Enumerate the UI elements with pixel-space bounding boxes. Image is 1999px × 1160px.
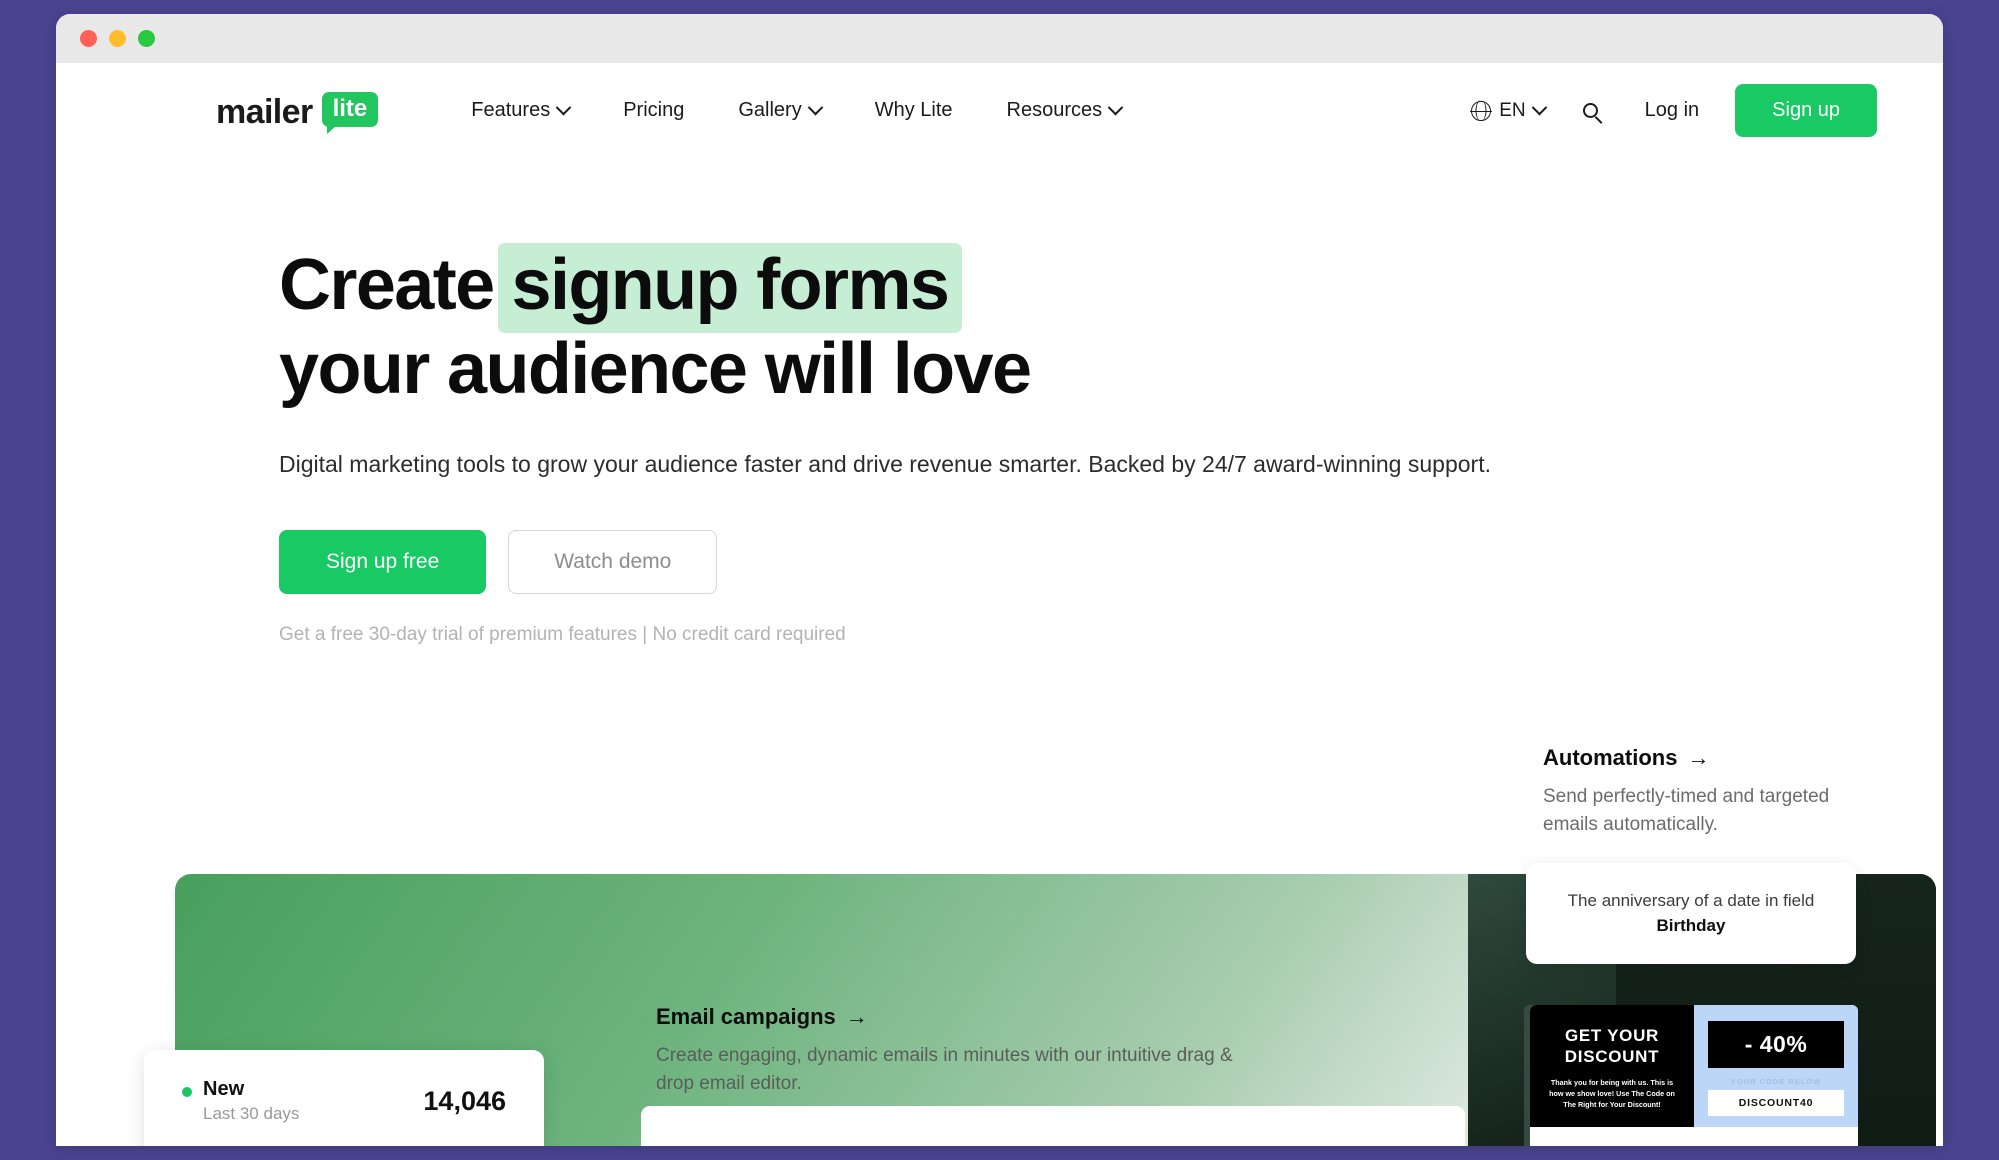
discount-badge: - 40% — [1708, 1021, 1844, 1068]
arrow-right-icon: → — [845, 1004, 868, 1029]
maximize-window-button[interactable] — [138, 30, 155, 47]
code-label: YOUR CODE BELOW — [1730, 1077, 1822, 1086]
chevron-down-icon — [1107, 99, 1124, 116]
search-button[interactable] — [1569, 89, 1613, 133]
nav-label: Resources — [1006, 99, 1103, 121]
headline-highlight: signup forms — [497, 243, 963, 333]
nav-item-resources[interactable]: Resources — [980, 89, 1149, 132]
stat-name: New — [203, 1078, 245, 1100]
watch-demo-button[interactable]: Watch demo — [508, 529, 718, 594]
nav-label: Gallery — [738, 99, 802, 121]
headline-part-1: Create — [279, 245, 495, 325]
nav-label: Pricing — [623, 99, 685, 121]
email-preview-right: - 40% YOUR CODE BELOW DISCOUNT40 — [1694, 1005, 1858, 1127]
minimize-window-button[interactable] — [109, 30, 126, 47]
header-actions: EN Log in Sign up — [1457, 84, 1877, 137]
signup-free-button[interactable]: Sign up free — [279, 529, 487, 594]
email-editor-mock: mag — [641, 1106, 1465, 1146]
tooltip-text: The anniversary of a date in field — [1567, 891, 1815, 910]
chevron-down-icon — [807, 99, 823, 116]
campaigns-description: Create engaging, dynamic emails in minut… — [656, 1045, 1233, 1094]
automations-title: Automations — [1543, 745, 1678, 770]
stat-period: Last 30 days — [203, 1104, 300, 1123]
email-campaigns-feature[interactable]: Email campaigns → Create engaging, dynam… — [656, 1004, 1256, 1097]
stat-value: 14,046 — [423, 1085, 506, 1116]
nav-item-pricing[interactable]: Pricing — [596, 89, 711, 132]
headline-part-2: your audience will love — [279, 329, 1032, 410]
nav-item-gallery[interactable]: Gallery — [711, 89, 847, 132]
hero-section: Create signup forms your audience will lo… — [56, 158, 1943, 646]
screen: mailer lite Features Pricing Gallery Why… — [0, 0, 1999, 1160]
nav-item-features[interactable]: Features — [444, 89, 596, 132]
globe-icon — [1470, 100, 1493, 121]
chevron-down-icon — [555, 99, 572, 116]
chevron-down-icon — [1531, 99, 1547, 116]
window-titlebar — [56, 14, 1943, 63]
email-preview-bottom: LATEST ARTICLES We hand-picked latest ne… — [1530, 1127, 1858, 1146]
tooltip-field-name: Birthday — [1656, 915, 1726, 935]
site-header: mailer lite Features Pricing Gallery Why… — [56, 63, 1943, 158]
close-window-button[interactable] — [80, 30, 97, 47]
subscribers-stats-card: New Last 30 days 14,046 Unsubscribed — [144, 1050, 544, 1146]
signup-button[interactable]: Sign up — [1735, 84, 1877, 137]
status-dot-new — [182, 1087, 192, 1097]
email-preview-headline: GET YOUR DISCOUNT — [1564, 1026, 1660, 1067]
nav-label: Features — [471, 99, 551, 121]
email-preview-top: GET YOUR DISCOUNT Thank you for being wi… — [1530, 1005, 1858, 1127]
language-selector[interactable]: EN — [1457, 92, 1558, 130]
login-link[interactable]: Log in — [1623, 89, 1722, 132]
logo-wordmark: mailer — [216, 93, 313, 132]
stat-labels: New Last 30 days — [203, 1078, 299, 1124]
logo-lite-badge: lite — [321, 91, 379, 134]
search-icon — [1583, 103, 1599, 118]
stat-row-new: New Last 30 days 14,046 — [144, 1050, 544, 1146]
campaigns-title: Email campaigns — [656, 1004, 836, 1029]
language-label: EN — [1499, 99, 1526, 121]
nav-label: Why Lite — [874, 99, 953, 121]
hero-subtitle: Digital marketing tools to grow your aud… — [279, 451, 1491, 478]
email-preview-left: GET YOUR DISCOUNT Thank you for being wi… — [1530, 1005, 1694, 1127]
hero-cta-row: Sign up free Watch demo — [279, 529, 1943, 594]
campaigns-title-row: Email campaigns → — [656, 1004, 1256, 1030]
page-content: mailer lite Features Pricing Gallery Why… — [56, 63, 1943, 1146]
discount-code: DISCOUNT40 — [1708, 1090, 1844, 1116]
automations-feature[interactable]: Automations → Send perfectly-timed and t… — [1543, 745, 1873, 838]
primary-nav: Features Pricing Gallery Why Lite Resour… — [444, 89, 1148, 132]
browser-window: mailer lite Features Pricing Gallery Why… — [56, 14, 1943, 1146]
hero-microcopy: Get a free 30-day trial of premium featu… — [279, 623, 846, 645]
automations-title-row: Automations → — [1543, 745, 1873, 771]
page-title: Create signup forms your audience will lo… — [279, 243, 1429, 411]
email-preview-body: Thank you for being with us. This is how… — [1549, 1077, 1675, 1109]
email-preview-card[interactable]: GET YOUR DISCOUNT Thank you for being wi… — [1530, 1005, 1858, 1146]
email-preview-wrap: GET YOUR DISCOUNT Thank you for being wi… — [1530, 1005, 1858, 1146]
automations-description: Send perfectly-timed and targeted emails… — [1543, 786, 1830, 835]
nav-item-why-lite[interactable]: Why Lite — [848, 89, 980, 132]
automation-trigger-tooltip: The anniversary of a date in field Birth… — [1526, 863, 1856, 965]
arrow-right-icon: → — [1687, 745, 1710, 770]
mailerlite-logo[interactable]: mailer lite — [216, 91, 379, 134]
